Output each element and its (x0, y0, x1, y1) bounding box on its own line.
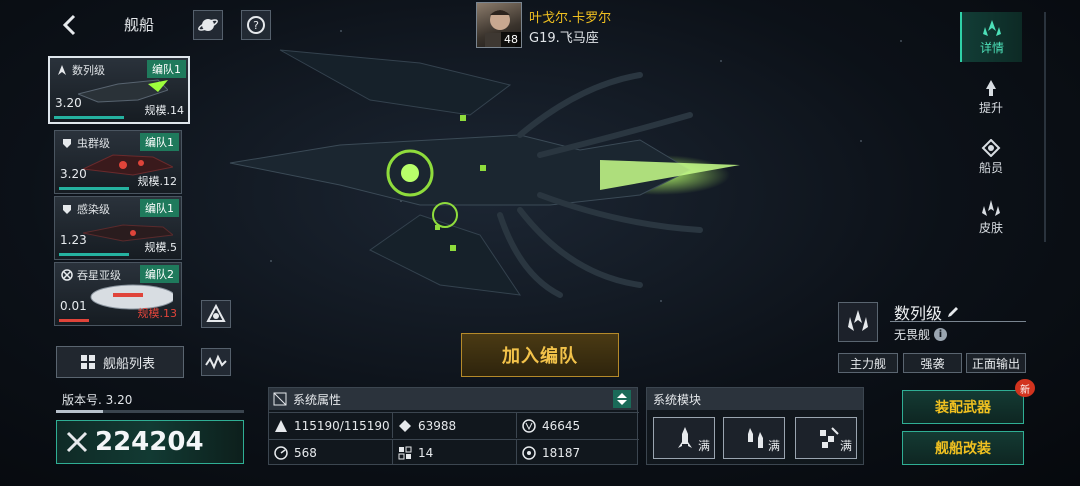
ship-card-1[interactable]: 虫群级 编队1 3.20 规模.12 (54, 130, 182, 194)
combat-power-value: 224204 (95, 427, 204, 457)
divider (890, 321, 1026, 322)
version-label: 版本号. 3.20 (62, 393, 133, 407)
attr-armor: 63988 (393, 412, 517, 438)
shield-icon (521, 418, 537, 434)
ship-list-button[interactable]: 舰船列表 (56, 346, 184, 378)
ship-progress-bar (59, 253, 129, 256)
speed-icon (273, 445, 289, 461)
stats-icon (205, 354, 227, 370)
ship-card-3[interactable]: 吞星亚级 编队2 0.01 规模.13 (54, 262, 182, 326)
combat-power: 224204 (56, 420, 244, 464)
edit-icon[interactable] (946, 305, 960, 319)
back-button[interactable] (56, 10, 82, 40)
help-button[interactable]: ? (241, 10, 271, 40)
nav-upgrade[interactable]: 提升 (960, 72, 1022, 122)
ship-power: 0.01 (60, 299, 87, 313)
rockets-icon (748, 428, 763, 448)
tag-frontal-output: 正面输出 (966, 353, 1026, 373)
right-nav: 详情 提升 船员 皮肤 (960, 12, 1022, 242)
module-slot-missile[interactable]: 满 (653, 417, 715, 459)
attr-shield: 46645 (517, 412, 639, 438)
planet-icon (198, 19, 218, 31)
formation-icon (206, 304, 226, 322)
ship-progress-bar (59, 319, 89, 322)
ship-list-label: 舰船列表 (103, 356, 156, 372)
ship-scale: 规模.12 (137, 175, 178, 188)
ship-class-emblem-icon (848, 310, 868, 331)
attributes-header: 系统属性 (269, 388, 637, 410)
help-icon: ? (247, 16, 265, 34)
target-icon (521, 445, 537, 461)
attr-speed: 568 (269, 439, 393, 465)
ship-class-icon (63, 205, 71, 214)
system-modules-panel: 系统模块 满 满 满 (646, 387, 864, 465)
modify-ship-button[interactable]: 舰船改装 (902, 431, 1024, 465)
drones-icon (820, 427, 839, 448)
ship-subtype: 无畏舰 i (894, 326, 948, 343)
page-title: 舰船 (124, 16, 155, 34)
tag-capital-ship: 主力舰 (838, 353, 898, 373)
expand-toggle-icon[interactable] (613, 390, 631, 408)
nav-skin[interactable]: 皮肤 (960, 192, 1022, 242)
planet-button[interactable] (193, 10, 223, 40)
missile-icon (678, 427, 692, 448)
ship-card-0[interactable]: 数列级 编队1 3.20 规模.14 (48, 56, 190, 124)
crew-icon (981, 138, 1001, 157)
ship-progress-bar (59, 187, 129, 190)
nav-crew[interactable]: 船员 (960, 132, 1022, 182)
attr-grid: 14 (393, 439, 517, 465)
ship-class-icon (61, 269, 73, 281)
grid-list-icon (81, 355, 95, 369)
ship-class-icon (63, 139, 71, 148)
ship-scale: 规模.5 (144, 241, 178, 254)
module-slot-drones[interactable]: 满 (795, 417, 857, 459)
equip-weapon-button[interactable]: 装配武器 (902, 390, 1024, 424)
hull-icon (273, 418, 289, 434)
svg-text:?: ? (253, 19, 259, 32)
join-fleet-button[interactable]: 加入编队 (461, 333, 619, 377)
commander-level: 48 (501, 32, 521, 47)
info-icon[interactable]: i (934, 328, 948, 341)
ship-class-icon (58, 65, 66, 75)
armor-icon (397, 418, 413, 434)
system-attributes-panel: 系统属性 115190/115190 63988 46645 568 14 18… (268, 387, 639, 465)
commander-rank: G19.飞马座 (529, 31, 599, 46)
version-progress (56, 410, 244, 413)
ship-progress-bar (54, 116, 124, 119)
commander-name: 叶戈尔.卡罗尔 (529, 11, 612, 26)
ship-class-emblem (838, 302, 878, 342)
ship-power: 1.23 (60, 233, 87, 247)
skin-icon (982, 199, 1000, 216)
attributes-title: 系统属性 (293, 392, 342, 407)
new-badge: 新 (1015, 379, 1035, 397)
grid-icon (397, 445, 413, 461)
attr-target: 18187 (517, 439, 639, 465)
formation-button[interactable] (201, 300, 231, 328)
details-icon (983, 19, 1001, 36)
crossed-swords-icon (66, 431, 88, 453)
ship-scale: 规模.14 (144, 104, 185, 117)
stats-button[interactable] (201, 348, 231, 376)
nav-details[interactable]: 详情 (960, 12, 1022, 62)
back-arrow-icon (62, 14, 76, 36)
attr-hull: 115190/115190 (269, 412, 393, 438)
modules-header: 系统模块 (647, 388, 863, 410)
ship-model-image (229, 49, 740, 298)
module-status: 满 (767, 439, 780, 453)
attributes-icon (273, 392, 287, 406)
ship-card-2[interactable]: 感染级 编队1 1.23 规模.5 (54, 196, 182, 260)
tag-assault: 强袭 (903, 353, 962, 373)
module-status: 满 (697, 439, 710, 453)
module-status: 满 (839, 439, 852, 453)
commander-avatar[interactable]: 48 (476, 2, 522, 48)
upgrade-icon (986, 79, 996, 96)
ship-scale: 规模.13 (137, 307, 178, 320)
nav-scrollbar (1044, 12, 1046, 242)
ship-power: 3.20 (60, 167, 87, 181)
module-slot-rockets[interactable]: 满 (723, 417, 785, 459)
ship-power: 3.20 (55, 96, 82, 110)
